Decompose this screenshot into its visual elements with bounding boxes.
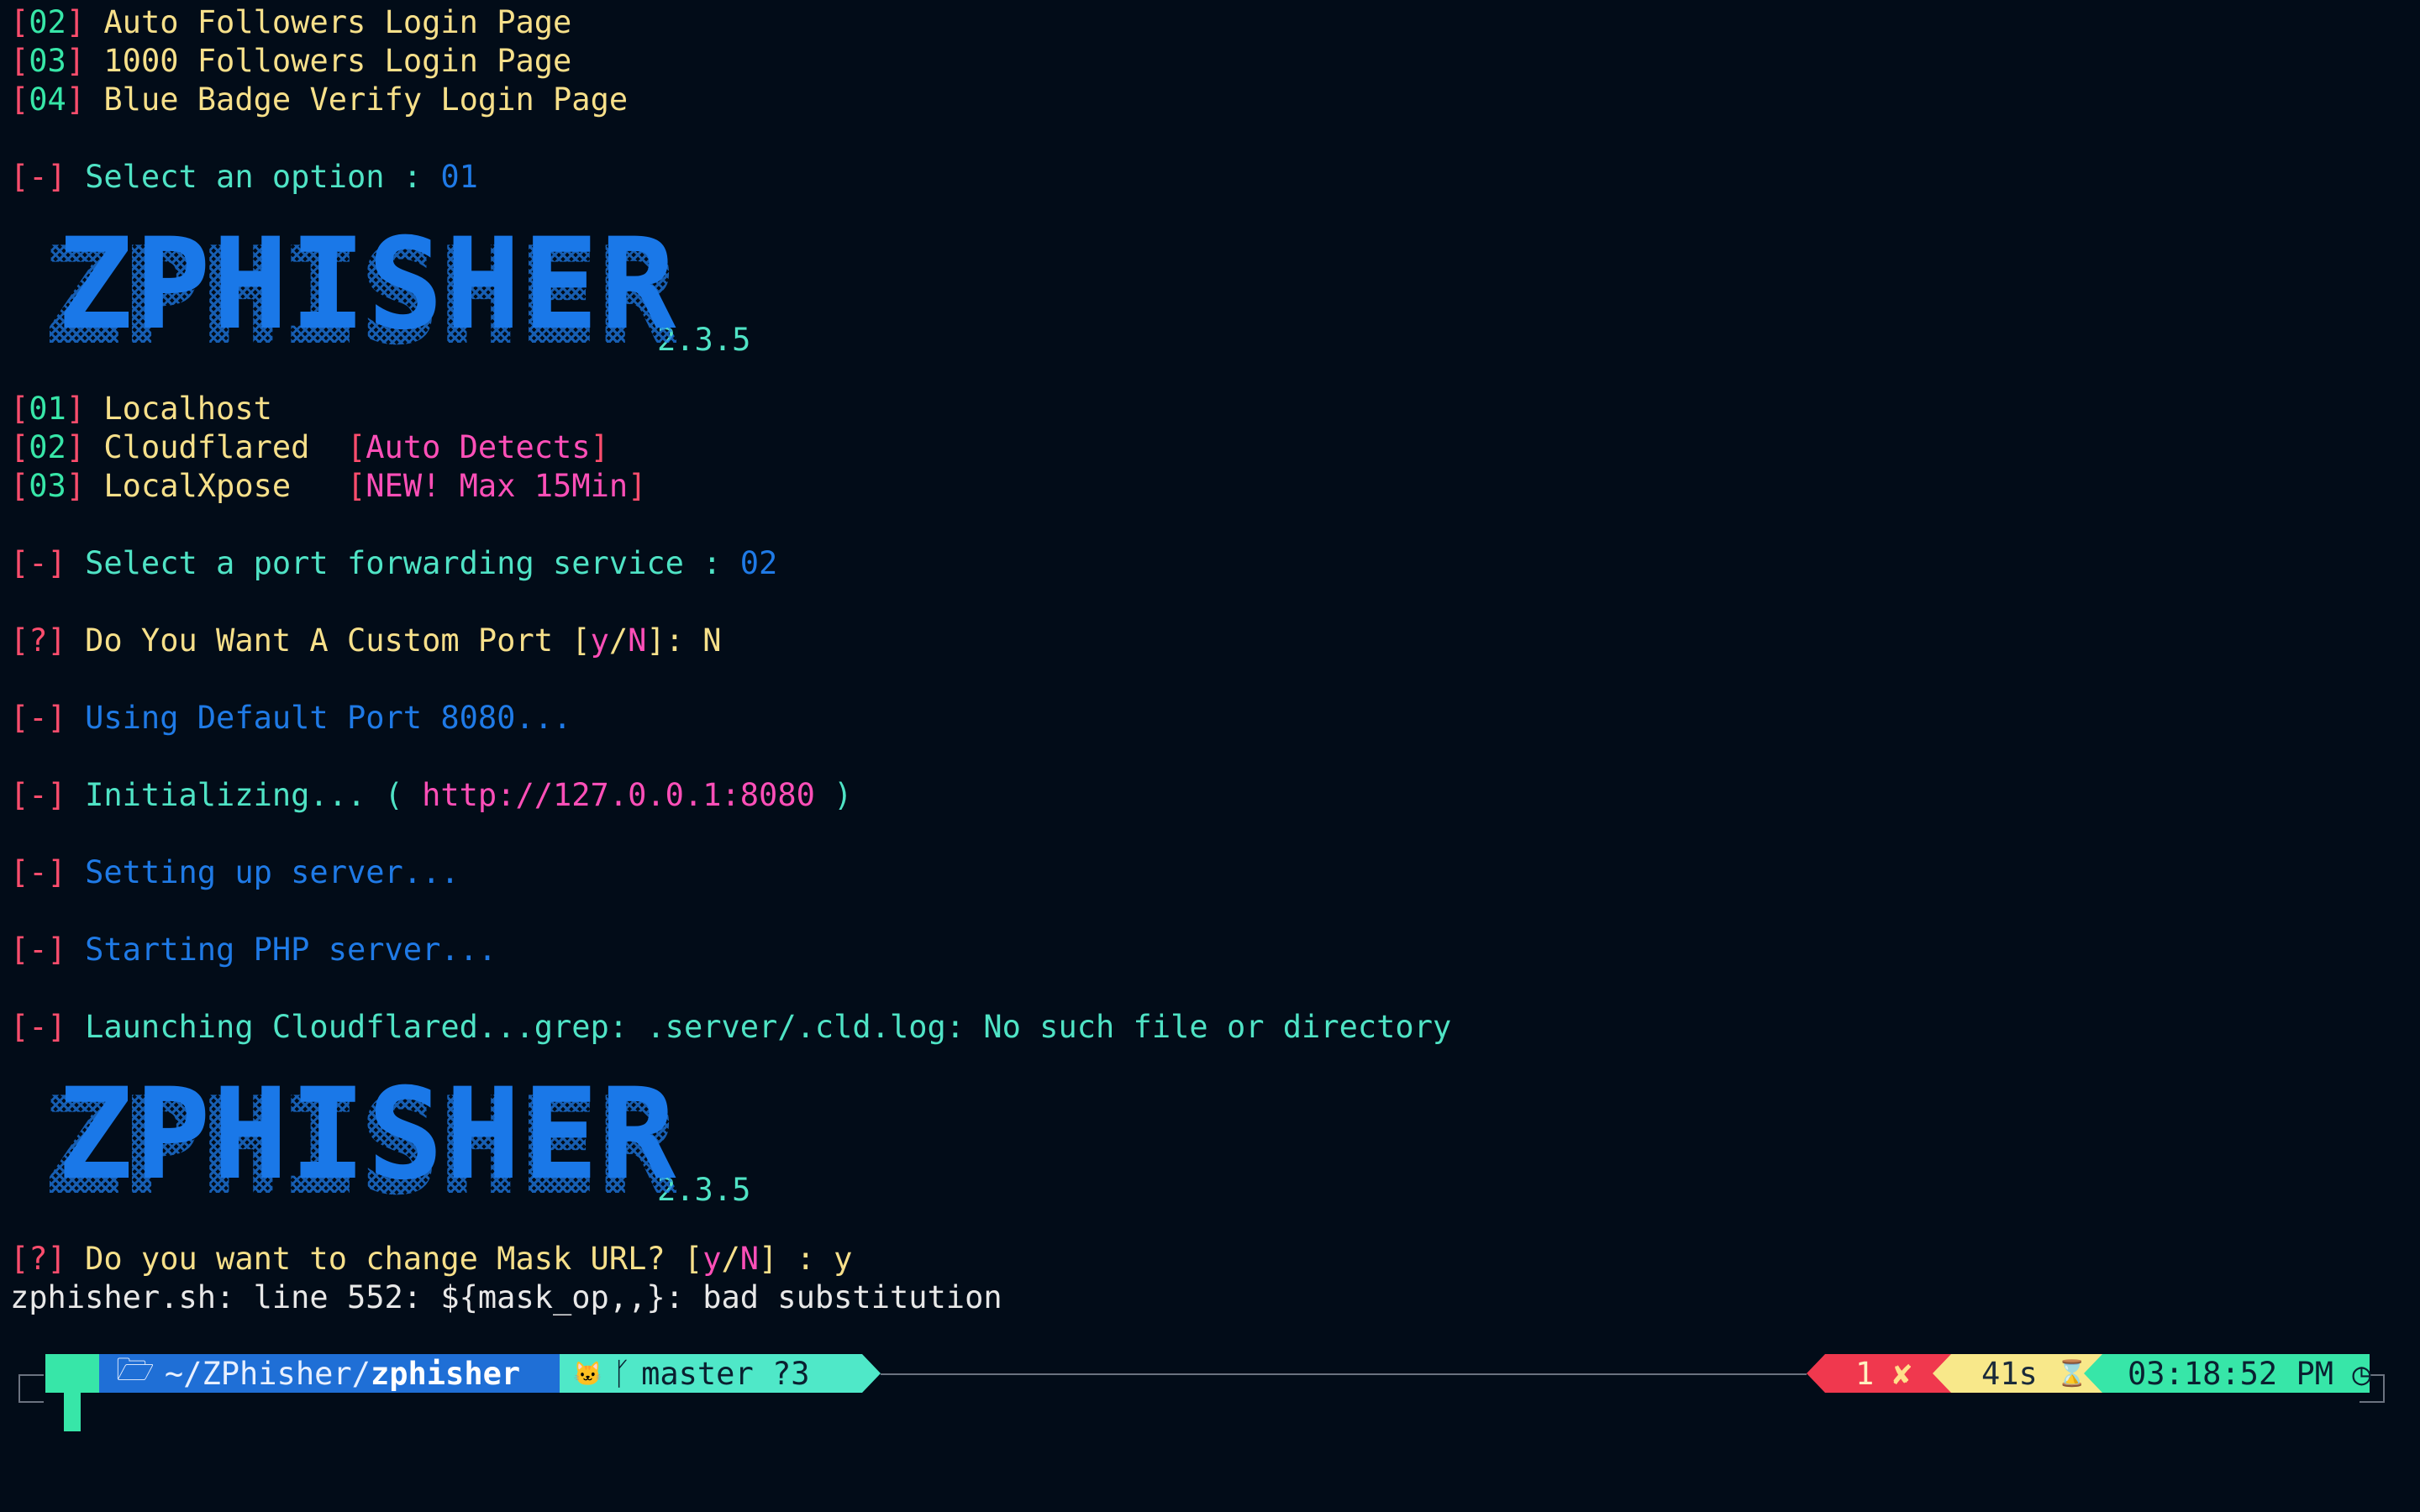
zphisher-logo-2: ZPHISHER ZPHISHER [42, 1062, 678, 1225]
menu-item-02: [02] Auto Followers Login Page [10, 4, 572, 40]
port-item-01: [01] Localhost [10, 391, 272, 427]
port-item-02: [02] Cloudflared [Auto Detects] [10, 429, 609, 465]
branch-icon: ᚴ [612, 1355, 632, 1392]
prompt-git-segment: 🐱 ᚴ master ?3 [560, 1354, 862, 1393]
prompt-clock-segment: 03:18:52 PM ◷ [2102, 1354, 2371, 1393]
setup-line: [-] Setting up server... [10, 854, 460, 890]
menu-item-03: [03] 1000 Followers Login Page [10, 43, 572, 79]
select-port-line: [-] Select a port forwarding service : 0… [10, 545, 778, 581]
duration: 41s [1981, 1355, 2038, 1392]
menu-item-04: [04] Blue Badge Verify Login Page [10, 81, 629, 118]
shell-prompt: 🗁 ~/ZPhisher/zphisher 🐱 ᚴ master ?3 1 ✘ 41s… [18, 1352, 2385, 1403]
git-branch: master ?3 [641, 1355, 810, 1392]
prompt-path-segment: 🗁 ~/ZPhisher/zphisher [99, 1352, 560, 1393]
hourglass-icon: ⌛ [2056, 1358, 2088, 1389]
zphisher-banner-2: ZPHISHER ZPHISHER 2.3.5 [42, 1062, 750, 1225]
prompt-duration-segment: 41s ⌛ [1951, 1354, 2102, 1393]
default-port-line: [-] Using Default Port 8080... [10, 700, 572, 736]
prompt-os-segment [45, 1354, 99, 1393]
select-option-line: [-] Select an option : 01 [10, 159, 478, 195]
cross-icon: ✘ [1892, 1355, 1912, 1392]
init-line: [-] Initializing... ( http://127.0.0.1:8… [10, 777, 853, 813]
clock-time: 03:18:52 PM [2128, 1355, 2334, 1392]
zphisher-banner: ZPHISHER ZPHISHER 2.3.5 [42, 212, 750, 375]
github-icon: 🐱 [573, 1359, 602, 1388]
clock-icon: ◷ [2352, 1355, 2371, 1392]
terminal-cursor[interactable] [64, 1393, 81, 1431]
php-line: [-] Starting PHP server... [10, 932, 497, 968]
mask-url-line: [?] Do you want to change Mask URL? [y/N… [10, 1241, 853, 1277]
zphisher-logo: ZPHISHER ZPHISHER [42, 212, 678, 375]
port-item-03: [03] LocalXpose [NEW! Max 15Min] [10, 468, 647, 504]
exit-code: 1 [1855, 1355, 1875, 1392]
launch-line: [-] Launching Cloudflared...grep: .serve… [10, 1009, 1452, 1045]
error-line: zphisher.sh: line 552: ${mask_op,,}: bad… [10, 1279, 1002, 1315]
terminal-window[interactable]: [02] Auto Followers Login Page [03] 1000… [0, 0, 2420, 1512]
custom-port-line: [?] Do You Want A Custom Port [y/N]: N [10, 622, 722, 659]
folder-icon: 🗁 [116, 1351, 155, 1388]
